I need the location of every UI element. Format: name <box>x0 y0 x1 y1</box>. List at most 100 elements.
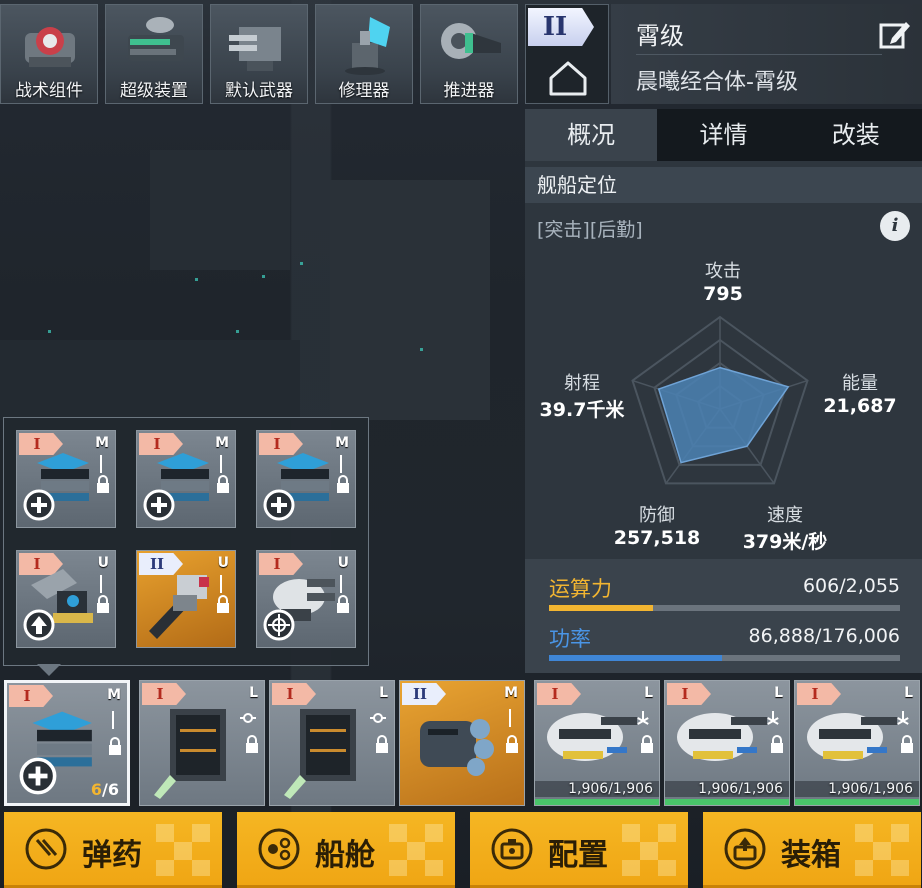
stat-speed: 速度 379米/秒 <box>730 501 840 554</box>
size-tag: U <box>337 555 349 571</box>
ship-tier-badge: II <box>528 8 594 46</box>
equipment-slot[interactable]: II M <box>399 680 525 806</box>
size-tag: L <box>249 685 258 701</box>
stat-name: 速度 <box>767 505 803 526</box>
lock-icon <box>97 475 109 493</box>
popup-slot[interactable]: II U <box>136 550 236 648</box>
slot-divider-icon <box>509 709 511 727</box>
connector-icon <box>370 713 386 723</box>
crate-button[interactable]: 装箱 <box>703 812 921 888</box>
light-dot <box>420 348 423 351</box>
plus-icon <box>23 489 55 521</box>
slot-count-total: /6 <box>102 780 119 799</box>
equipment-slot[interactable]: I L 1,906/1,906 <box>534 680 660 806</box>
tab-refit[interactable]: 改装 <box>789 109 922 161</box>
up-arrow-icon <box>23 609 55 641</box>
hull-panel <box>150 150 290 270</box>
stat-defense: 防御 257,518 <box>607 501 707 549</box>
stat-value: 257,518 <box>613 527 701 549</box>
category-super-device[interactable]: 超级装置 <box>105 4 203 104</box>
ammo-icon <box>25 828 67 870</box>
cabin-label: 船舱 <box>315 838 375 873</box>
light-dot <box>262 275 265 278</box>
engine-icon <box>420 719 494 776</box>
category-thruster[interactable]: 推进器 <box>420 4 518 104</box>
equipment-slot[interactable]: I L <box>269 680 395 806</box>
category-label: 战术组件 <box>15 81 83 101</box>
stat-attack: 攻击 795 <box>683 257 763 305</box>
tab-details[interactable]: 详情 <box>657 109 790 161</box>
popup-slot[interactable]: I U <box>16 550 116 648</box>
stat-radar-chart: 攻击 795 能量 21,687 速度 379米/秒 防御 257,518 射程… <box>525 249 922 559</box>
category-label: 推进器 <box>443 81 495 101</box>
stat-energy: 能量 21,687 <box>815 369 905 417</box>
light-dot <box>48 330 51 333</box>
slot-count-current: 6 <box>90 780 103 799</box>
lock-icon <box>109 737 121 755</box>
power-track <box>549 655 900 661</box>
default-weapon-icon <box>229 27 281 71</box>
heavy-turret-icon <box>547 713 637 761</box>
ammo-button[interactable]: 弹药 <box>4 812 222 888</box>
popup-slot[interactable]: I M <box>256 430 356 528</box>
size-tag: M <box>107 687 121 703</box>
hp-bar <box>795 799 919 805</box>
equipment-slot[interactable]: I L 1,906/1,906 <box>794 680 920 806</box>
category-tactical[interactable]: 战术组件 <box>0 4 98 104</box>
computing-track <box>549 605 900 611</box>
category-repair-device[interactable]: 修理器 <box>315 4 413 104</box>
super-device-icon <box>128 17 184 61</box>
category-label: 默认武器 <box>225 81 293 101</box>
resource-bars: 运算力 606/2,055 功率 86,888/176,006 <box>525 559 922 673</box>
category-label: 超级装置 <box>120 81 188 101</box>
tab-overview[interactable]: 概况 <box>525 109 658 161</box>
info-icon[interactable]: i <box>880 211 910 241</box>
hull-panel <box>0 340 300 420</box>
thruster-icon <box>441 23 501 59</box>
slot-hp: 1,906/1,906 <box>535 781 659 797</box>
popup-slot[interactable]: I M <box>16 430 116 528</box>
tier-tag: I <box>797 683 841 705</box>
size-tag: U <box>97 555 109 571</box>
overview-pane: 舰船定位 [突击][后勤] i 攻击 795 能量 21,687 速度 379米… <box>525 161 922 673</box>
tier-tag: I <box>9 685 53 707</box>
computing-row: 运算力 606/2,055 <box>549 567 900 617</box>
size-tag: M <box>215 435 229 451</box>
lock-icon <box>641 735 653 753</box>
slot-hp: 1,906/1,906 <box>665 781 789 797</box>
category-default-weapon[interactable]: 默认武器 <box>210 4 308 104</box>
ammo-label: 弹药 <box>82 838 142 873</box>
pattern-decoration <box>622 824 676 876</box>
hangar-icon <box>284 709 356 799</box>
power-fill <box>549 655 723 661</box>
equipment-slot[interactable]: I M 6/6 <box>4 680 130 806</box>
size-tag: M <box>335 435 349 451</box>
pattern-decoration <box>156 824 210 876</box>
computing-value: 606/2,055 <box>802 575 900 597</box>
computing-fill <box>549 605 653 611</box>
popup-slot[interactable]: I M <box>136 430 236 528</box>
heavy-turret-icon <box>807 713 897 761</box>
lock-icon <box>337 475 349 493</box>
config-button[interactable]: 配置 <box>470 812 688 888</box>
section-title: 舰船定位 <box>525 167 922 203</box>
repair-device-icon <box>345 17 390 75</box>
ship-name: 晨曦经合体-霄级 <box>636 70 798 95</box>
equipment-slot[interactable]: I L <box>139 680 265 806</box>
size-tag: L <box>644 685 653 701</box>
equipment-slots-row: I M 6/6 I L I L II M I L 1,906/1,906 I L… <box>0 680 922 806</box>
edit-icon[interactable] <box>878 18 912 52</box>
popup-slot[interactable]: I U <box>256 550 356 648</box>
light-dot <box>300 262 303 265</box>
tier-tag: I <box>667 683 711 705</box>
divider <box>636 54 882 55</box>
equipment-slot[interactable]: I L 1,906/1,906 <box>664 680 790 806</box>
power-value: 86,888/176,006 <box>748 625 900 647</box>
config-icon <box>491 828 533 870</box>
cannon-icon <box>149 575 209 639</box>
ship-header: 霄级 晨曦经合体-霄级 <box>611 4 922 104</box>
cabin-button[interactable]: 船舱 <box>237 812 455 888</box>
tier-tag: I <box>537 683 581 705</box>
size-tag: L <box>774 685 783 701</box>
ship-tier-home-button[interactable]: II <box>525 4 609 104</box>
